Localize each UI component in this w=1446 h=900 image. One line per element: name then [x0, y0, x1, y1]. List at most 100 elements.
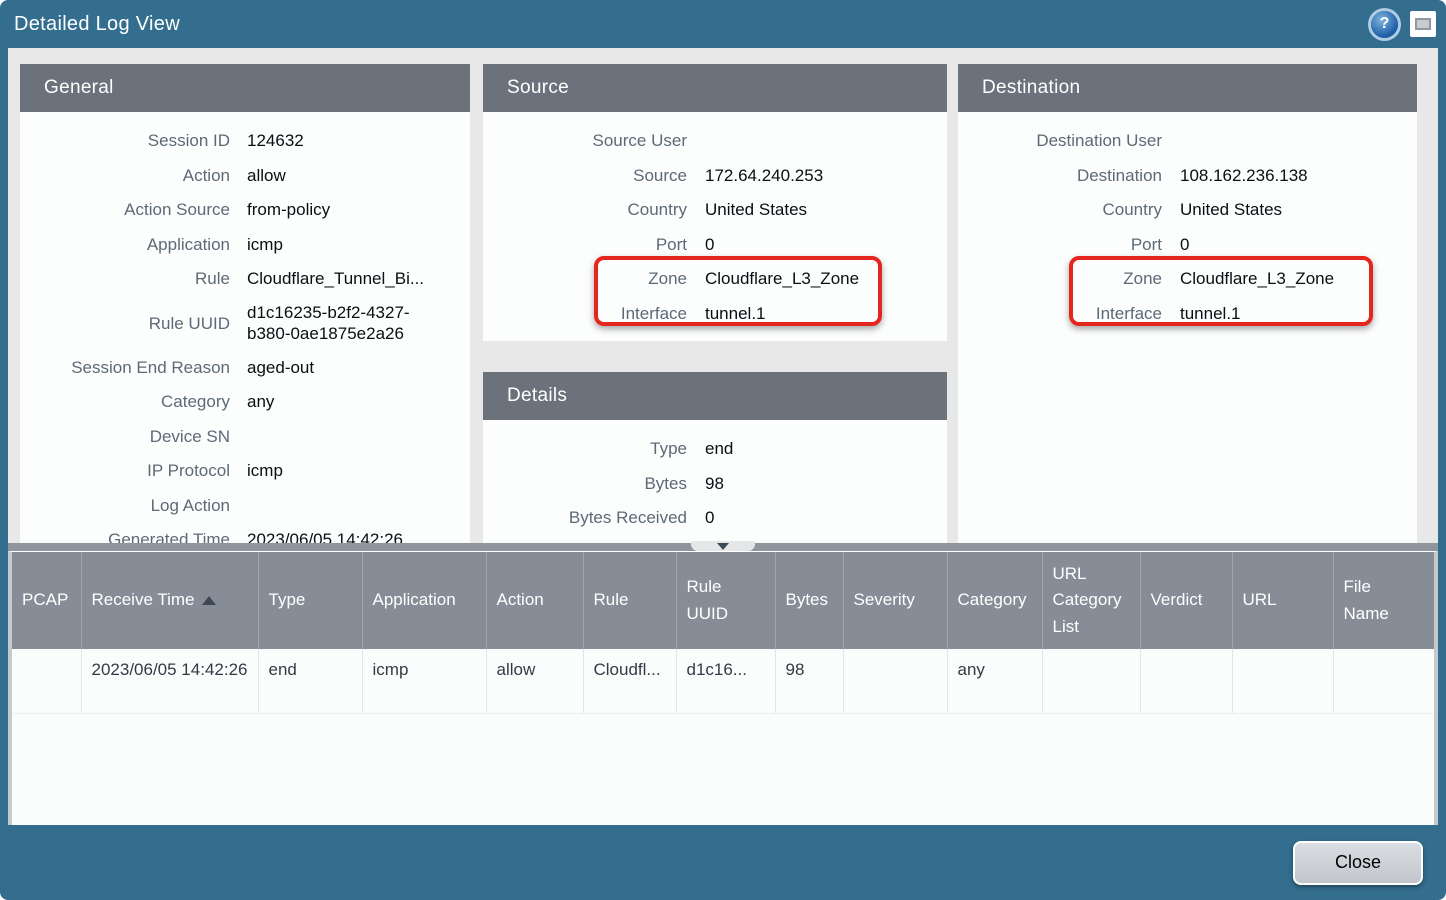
log-entries-table: PCAP Receive Time Type Application Actio… — [12, 552, 1434, 714]
column-label: Rule UUID — [687, 577, 729, 622]
destination-row-country: Country United States — [958, 193, 1417, 228]
general-row-generated-time: Generated Time 2023/06/05 14:42:26 — [20, 523, 470, 543]
cell-action: allow — [486, 649, 583, 713]
cell-bytes: 98 — [775, 649, 843, 713]
field-label: Port — [483, 235, 687, 255]
column-header-action[interactable]: Action — [486, 552, 583, 649]
destination-row-port: Port 0 — [958, 228, 1417, 263]
source-panel: Source Source User Source 172.64.240.253… — [483, 64, 947, 341]
source-row-interface: Interface tunnel.1 — [483, 297, 947, 332]
details-row-bytes: Bytes 98 — [483, 467, 947, 502]
general-panel-header: General — [20, 64, 470, 112]
column-header-verdict[interactable]: Verdict — [1140, 552, 1232, 649]
field-label: Category — [20, 392, 230, 412]
field-value: d1c16235-b2f2-4327-b380-0ae1875e2a26 — [247, 303, 447, 343]
column-label: URL Category List — [1053, 564, 1122, 636]
source-row-source-user: Source User — [483, 124, 947, 159]
field-label: Session ID — [20, 131, 230, 151]
cell-rule: Cloudfl... — [583, 649, 676, 713]
cell-pcap — [12, 649, 81, 713]
table-header-row: PCAP Receive Time Type Application Actio… — [12, 552, 1434, 649]
field-label: Country — [483, 200, 687, 220]
field-value: from-policy — [247, 200, 470, 220]
restore-window-glyph — [1415, 18, 1431, 30]
cell-url — [1232, 649, 1333, 713]
log-detail-panels-region: General Session ID 124632 Action allow A… — [8, 48, 1438, 543]
close-button[interactable]: Close — [1293, 841, 1423, 885]
field-label: Log Action — [20, 496, 230, 516]
general-row-ip-protocol: IP Protocol icmp — [20, 454, 470, 489]
field-value: 0 — [705, 235, 947, 255]
titlebar-icons: ? — [1371, 11, 1436, 38]
column-header-application[interactable]: Application — [362, 552, 486, 649]
field-value: United States — [1180, 200, 1417, 220]
field-label: Bytes — [483, 474, 687, 494]
general-panel-body: Session ID 124632 Action allow Action So… — [20, 112, 470, 543]
field-label: Interface — [483, 304, 687, 324]
column-header-receive-time[interactable]: Receive Time — [81, 552, 258, 649]
field-value: 124632 — [247, 131, 470, 151]
splitter-collapse-handle[interactable] — [691, 541, 755, 551]
destination-panel-header: Destination — [958, 64, 1417, 112]
column-header-url-category-list[interactable]: URL Category List — [1042, 552, 1140, 649]
help-icon[interactable]: ? — [1371, 11, 1398, 38]
column-header-rule[interactable]: Rule — [583, 552, 676, 649]
field-label: Action Source — [20, 200, 230, 220]
column-header-category[interactable]: Category — [947, 552, 1042, 649]
column-header-url[interactable]: URL — [1232, 552, 1333, 649]
column-header-pcap[interactable]: PCAP — [12, 552, 81, 649]
field-label: IP Protocol — [20, 461, 230, 481]
cell-file-name — [1333, 649, 1434, 713]
titlebar: Detailed Log View ? — [0, 0, 1446, 48]
cell-category: any — [947, 649, 1042, 713]
column-header-bytes[interactable]: Bytes — [775, 552, 843, 649]
log-entries-table-area: PCAP Receive Time Type Application Actio… — [8, 551, 1438, 825]
general-row-rule-uuid: Rule UUID d1c16235-b2f2-4327-b380-0ae187… — [20, 297, 470, 351]
field-label: Destination User — [958, 131, 1162, 151]
field-value: United States — [705, 200, 947, 220]
destination-row-interface: Interface tunnel.1 — [958, 297, 1417, 332]
details-panel-header: Details — [483, 372, 947, 420]
general-row-session-end-reason: Session End Reason aged-out — [20, 351, 470, 386]
column-label: Action — [497, 590, 544, 609]
field-value: any — [247, 392, 470, 412]
dialog-footer: Close — [0, 825, 1446, 900]
column-label: Receive Time — [92, 590, 195, 609]
field-value: Cloudflare_Tunnel_Bi... — [247, 269, 470, 289]
column-label: Rule — [594, 590, 629, 609]
collapse-down-icon — [717, 543, 729, 550]
destination-row-destination: Destination 108.162.236.138 — [958, 159, 1417, 194]
column-header-type[interactable]: Type — [258, 552, 362, 649]
source-panel-header: Source — [483, 64, 947, 112]
details-row-type: Type end — [483, 432, 947, 467]
column-header-file-name[interactable]: File Name — [1333, 552, 1434, 649]
field-label: Action — [20, 166, 230, 186]
field-label: Interface — [958, 304, 1162, 324]
general-row-log-action: Log Action — [20, 489, 470, 524]
field-label: Generated Time — [20, 530, 230, 543]
field-label: Rule UUID — [20, 314, 230, 334]
field-value: tunnel.1 — [705, 304, 947, 324]
field-label: Application — [20, 235, 230, 255]
column-header-rule-uuid[interactable]: Rule UUID — [676, 552, 775, 649]
column-label: PCAP — [22, 590, 68, 609]
source-row-zone: Zone Cloudflare_L3_Zone — [483, 262, 947, 297]
field-label: Destination — [958, 166, 1162, 186]
field-label: Type — [483, 439, 687, 459]
details-panel: Details Type end Bytes 98 Bytes Received… — [483, 372, 947, 543]
general-row-session-id: Session ID 124632 — [20, 124, 470, 159]
field-value: 2023/06/05 14:42:26 — [247, 530, 470, 543]
source-row-port: Port 0 — [483, 228, 947, 263]
field-value: 0 — [705, 508, 947, 528]
details-panel-body: Type end Bytes 98 Bytes Received 0 — [483, 420, 947, 536]
general-row-rule: Rule Cloudflare_Tunnel_Bi... — [20, 262, 470, 297]
log-table-row[interactable]: 2023/06/05 14:42:26 end icmp allow Cloud… — [12, 649, 1434, 713]
field-value: icmp — [247, 461, 470, 481]
field-label: Zone — [483, 269, 687, 289]
field-label: Source User — [483, 131, 687, 151]
field-value: end — [705, 439, 947, 459]
field-value: allow — [247, 166, 470, 186]
restore-window-icon[interactable] — [1410, 11, 1436, 37]
detailed-log-view-dialog: Detailed Log View ? General Session ID 1… — [0, 0, 1446, 900]
column-header-severity[interactable]: Severity — [843, 552, 947, 649]
